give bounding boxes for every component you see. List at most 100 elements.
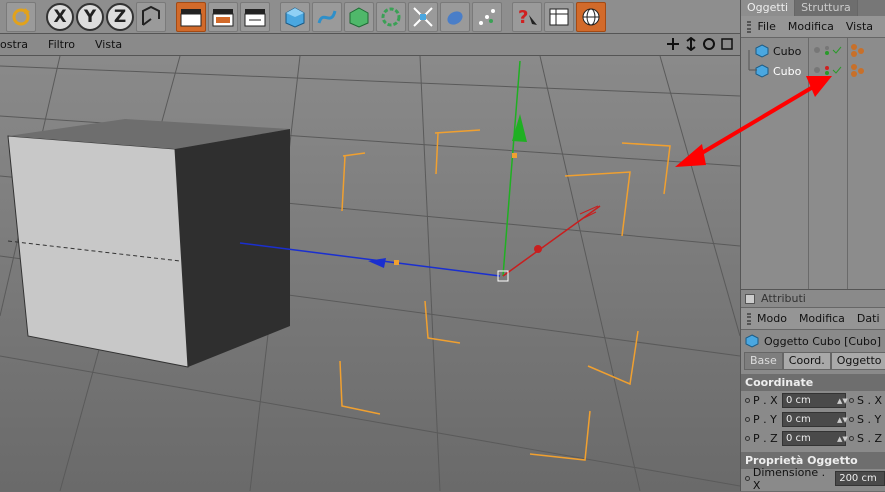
spline-icon (317, 10, 337, 24)
axis-cube-icon (142, 5, 160, 26)
field-value: 0 cm (786, 395, 811, 406)
menu-item-prospettiva[interactable]: ostra (0, 38, 38, 51)
help-button[interactable]: ? (512, 1, 542, 32)
svg-text:?: ? (518, 7, 528, 28)
menu-modo[interactable]: Modo (757, 312, 787, 325)
axis-x-button[interactable]: X (46, 2, 74, 31)
coordinate-system-button[interactable] (136, 1, 166, 32)
particles-icon (479, 8, 495, 25)
render-picture-button[interactable] (208, 1, 238, 32)
object-title-text: Oggetto Cubo [Cubo] (764, 334, 882, 348)
keyframe-dot-icon[interactable] (745, 398, 750, 403)
check-icon[interactable] (832, 46, 842, 54)
object-manager-tabs: Oggetti Struttura (741, 0, 885, 16)
viewport-nav-icons (666, 37, 734, 51)
web-button[interactable] (576, 1, 606, 32)
px-field[interactable]: 0 cm ▲▼ (782, 393, 848, 408)
cube-icon (745, 334, 759, 348)
menu-item-vista[interactable]: Vista (95, 38, 132, 51)
maximize-view-icon[interactable] (720, 37, 734, 51)
viewport-canvas (0, 56, 740, 491)
x-axis-arrow[interactable] (534, 245, 542, 253)
keyframe-dot-icon[interactable] (849, 398, 854, 403)
axis-z-button[interactable]: Z (106, 2, 134, 31)
expand-arrows-icon (413, 6, 433, 27)
help-pointer-icon: ? (518, 7, 537, 28)
menu-dati[interactable]: Dati (857, 312, 880, 325)
coord-label: P . X (753, 394, 778, 407)
object-list[interactable]: Cubo Cubo (741, 38, 885, 290)
add-particles-button[interactable] (472, 1, 502, 32)
menu-vista[interactable]: Vista (846, 20, 873, 33)
add-cube-button[interactable] (280, 1, 310, 32)
coord-label-right: S . Y (857, 413, 882, 426)
attributes-menu: Modo Modifica Dati (741, 308, 885, 330)
object-manager-menu: File Modifica Vista (741, 16, 885, 38)
coord-label-right: S . X (857, 394, 883, 407)
rotate-view-icon[interactable] (702, 37, 716, 51)
move-view-icon[interactable] (666, 37, 680, 51)
spinner-icon[interactable]: ▲▼ (837, 435, 848, 443)
coord-label-right: S . Z (857, 432, 883, 445)
tab-coord[interactable]: Coord. (782, 352, 831, 370)
undo-button[interactable] (6, 1, 36, 32)
clapper-icon (180, 8, 202, 26)
menu-item-filtro[interactable]: Filtro (48, 38, 85, 51)
render-view-button[interactable] (176, 1, 206, 32)
coord-row-px: P . X 0 cm ▲▼ S . X (741, 391, 885, 410)
nurbs-cube-icon (349, 6, 369, 28)
field-value: 200 cm (839, 473, 877, 484)
material-tag-icon[interactable] (851, 64, 864, 77)
attributes-title: Attributi (761, 292, 806, 305)
add-spline-button[interactable] (312, 1, 342, 32)
refresh-icon (12, 7, 30, 25)
coord-row-pz: P . Z 0 cm ▲▼ S . Z (741, 429, 885, 448)
keyframe-dot-icon[interactable] (745, 417, 750, 422)
spinner-icon[interactable]: ▲▼ (837, 397, 848, 405)
render-settings-button[interactable] (240, 1, 270, 32)
material-tag-icon[interactable] (851, 44, 864, 57)
zoom-view-icon[interactable] (684, 37, 698, 51)
array-icon (381, 7, 401, 26)
menu-modifica[interactable]: Modifica (788, 20, 834, 33)
check-icon[interactable] (832, 66, 842, 74)
attributes-object-title: Oggetto Cubo [Cubo] (741, 330, 885, 352)
add-deformer-button[interactable] (408, 1, 438, 32)
clapper-icon (212, 8, 234, 26)
add-scene-button[interactable] (440, 1, 470, 32)
table-icon (549, 8, 569, 25)
clapper-icon (244, 8, 266, 26)
grip-icon (747, 312, 751, 325)
cube-mesh (7, 119, 290, 368)
add-nurbs-button[interactable] (344, 1, 374, 32)
attributes-tabs: Base Coord. Oggetto (744, 352, 885, 370)
tab-struttura[interactable]: Struttura (795, 0, 858, 16)
keyframe-dot-icon[interactable] (849, 436, 854, 441)
axis-y-button[interactable]: Y (76, 2, 104, 31)
keyframe-dot-icon[interactable] (849, 417, 854, 422)
spinner-icon[interactable]: ▲▼ (837, 416, 848, 424)
keyframe-dot-icon[interactable] (745, 476, 750, 481)
add-array-button[interactable] (376, 1, 406, 32)
keyframe-dot-icon[interactable] (745, 436, 750, 441)
tab-oggetto[interactable]: Oggetto (830, 352, 885, 370)
attributes-toggle[interactable] (745, 293, 755, 304)
environment-icon (447, 10, 463, 25)
timeline-button[interactable] (544, 1, 574, 32)
cube-icon (285, 6, 305, 28)
pz-field[interactable]: 0 cm ▲▼ (782, 431, 848, 446)
coord-label: P . Z (753, 432, 778, 445)
right-panel: Oggetti Struttura File Modifica Vista Cu… (740, 0, 885, 492)
field-value: 0 cm (786, 433, 811, 444)
grip-icon (747, 20, 752, 33)
tab-oggetti[interactable]: Oggetti (741, 0, 796, 16)
coord-label: P . Y (753, 413, 777, 426)
menu-file[interactable]: File (757, 20, 775, 33)
3d-viewport[interactable] (0, 56, 740, 491)
globe-icon (582, 8, 600, 25)
tab-base[interactable]: Base (744, 352, 783, 370)
menu-modifica[interactable]: Modifica (799, 312, 845, 325)
dimension-x-field[interactable]: 200 cm (835, 471, 885, 486)
py-field[interactable]: 0 cm ▲▼ (782, 412, 848, 427)
main-toolbar: X Y Z ? (0, 0, 740, 34)
